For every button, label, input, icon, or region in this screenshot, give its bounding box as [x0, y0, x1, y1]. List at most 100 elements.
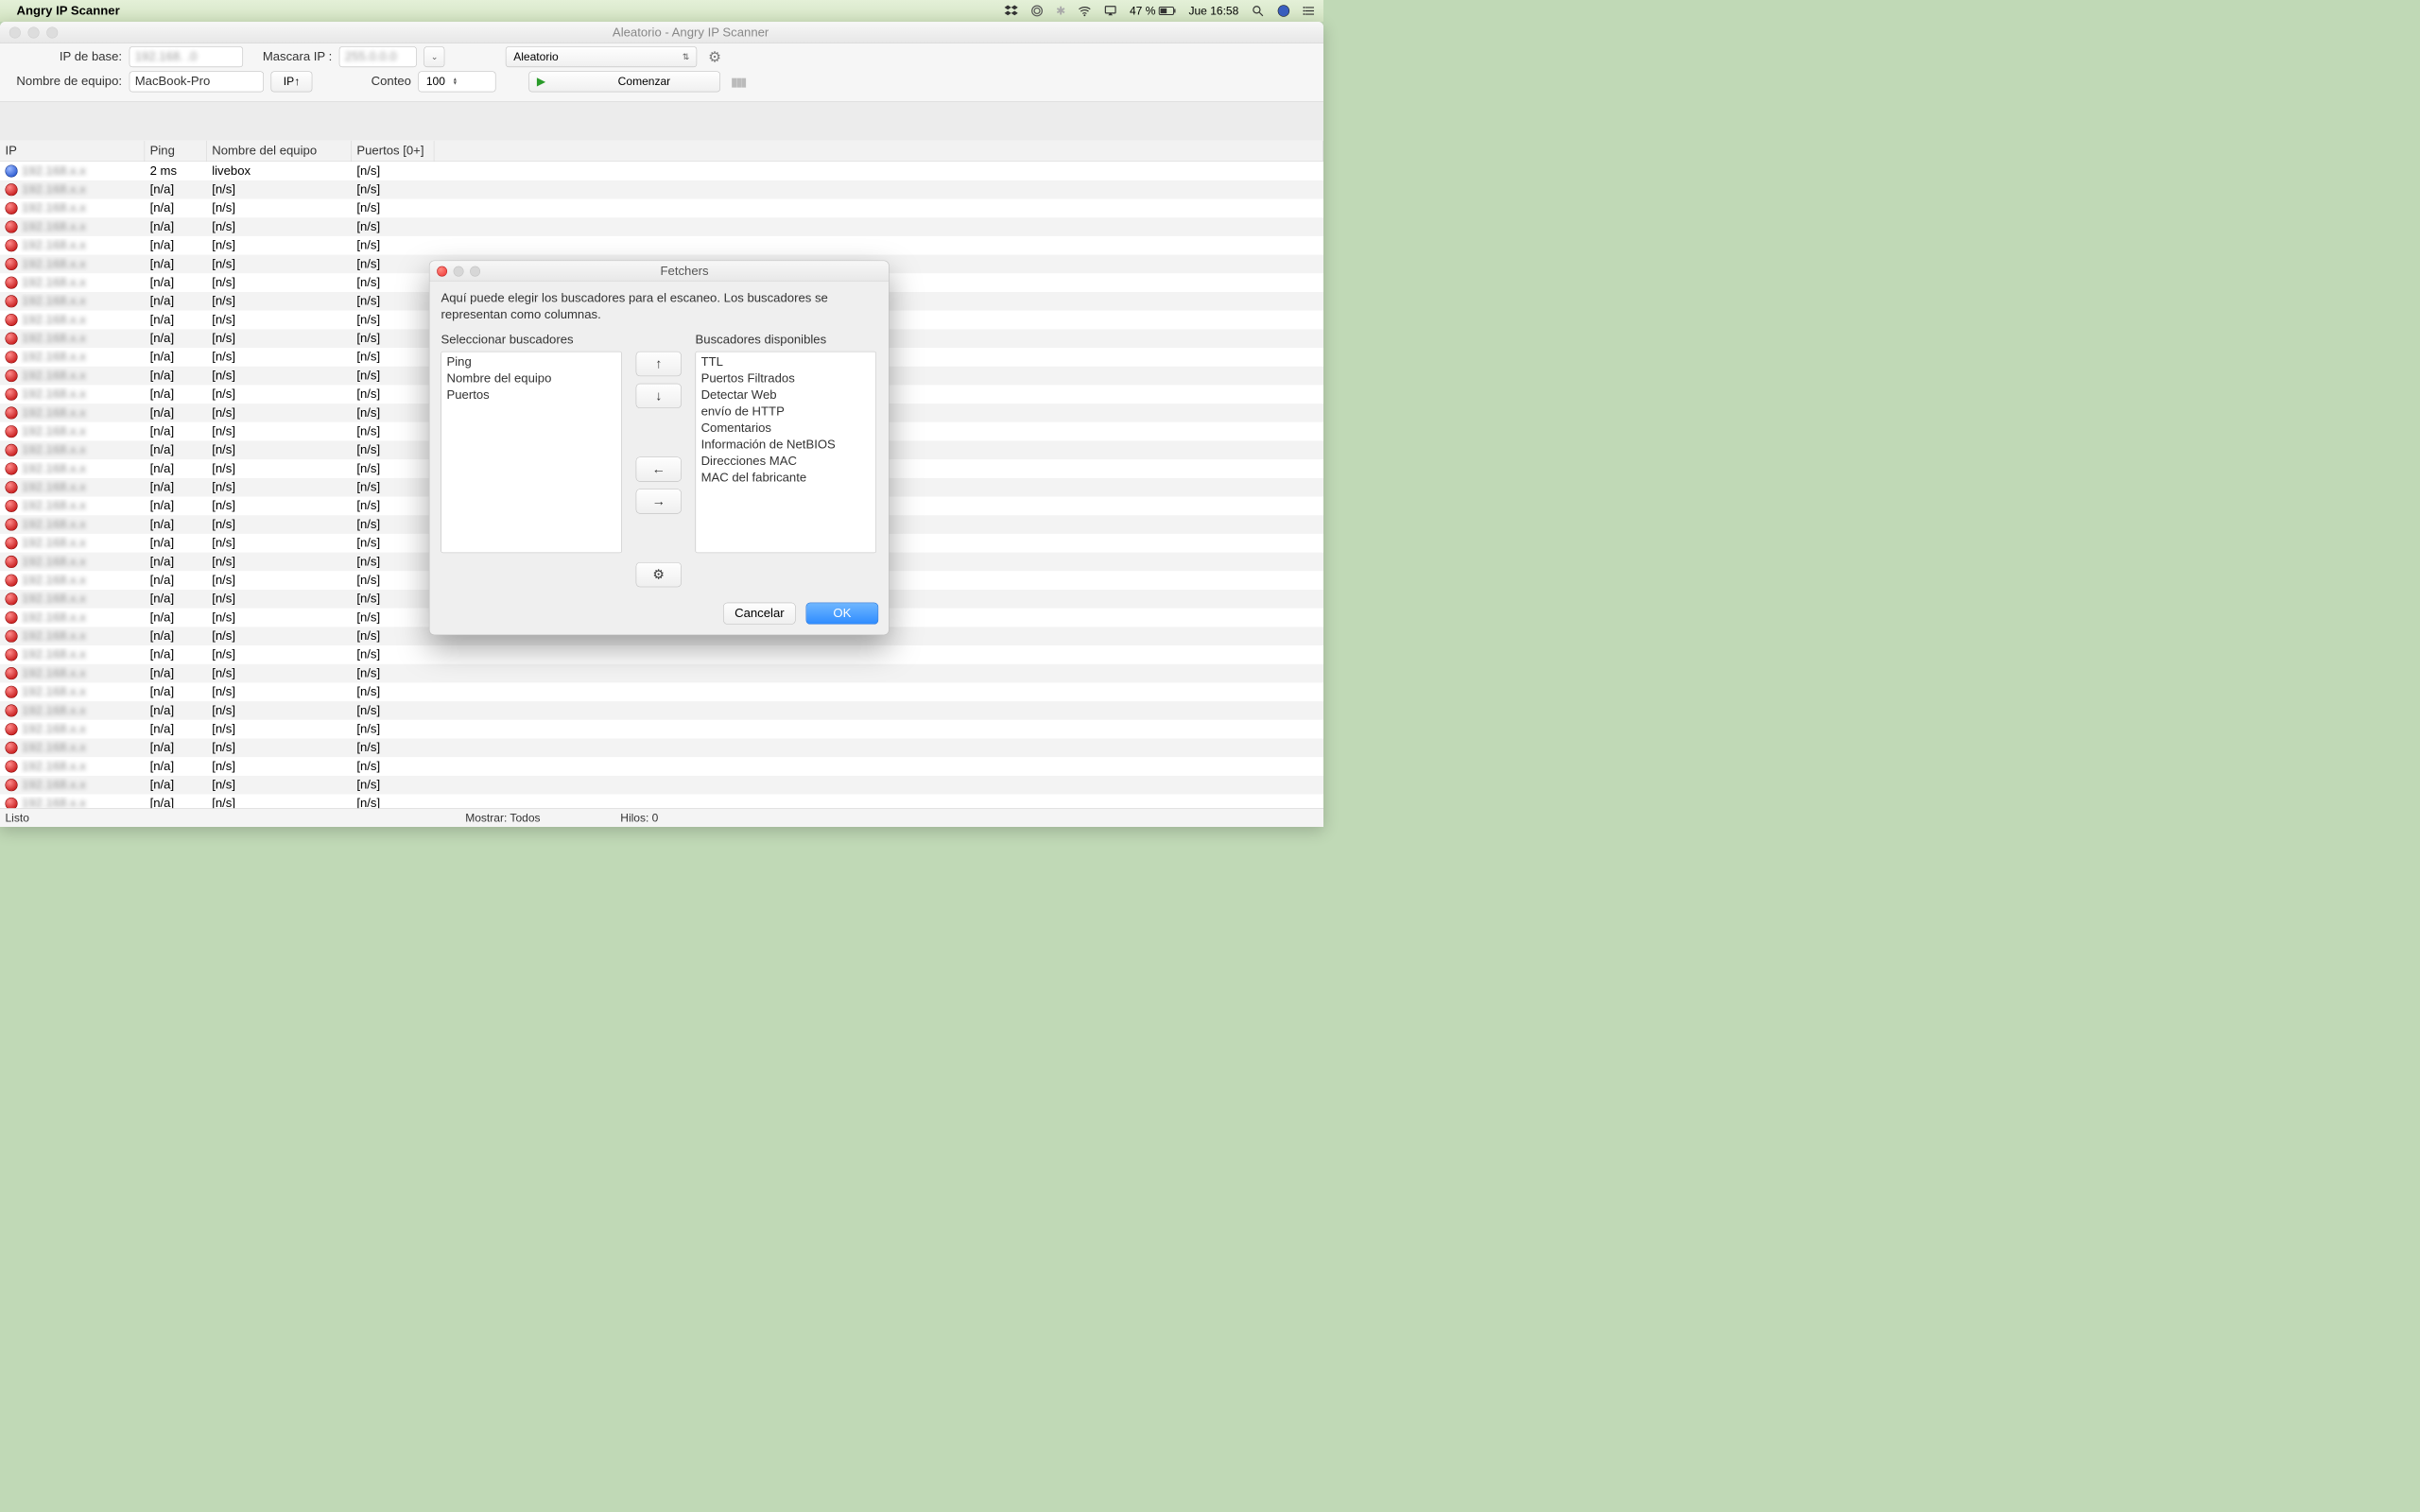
- col-host[interactable]: Nombre del equipo: [207, 141, 352, 162]
- mode-select[interactable]: Aleatorio ⇅: [506, 46, 697, 67]
- app-name[interactable]: Angry IP Scanner: [17, 4, 120, 18]
- traffic-lights[interactable]: [0, 26, 58, 38]
- dialog-title: Fetchers: [480, 264, 889, 278]
- ping-cell: [n/a]: [145, 703, 207, 717]
- fetcher-prefs-button[interactable]: ⚙: [636, 562, 682, 587]
- ip-cell: 192.168.x.x: [22, 741, 86, 755]
- list-item[interactable]: Detectar Web: [701, 387, 871, 404]
- siri-icon[interactable]: [1277, 4, 1290, 17]
- ok-button[interactable]: OK: [806, 603, 879, 625]
- cancel-button[interactable]: Cancelar: [723, 603, 796, 625]
- ip-cell: 192.168.x.x: [22, 332, 86, 346]
- status-dot-icon: [5, 519, 17, 531]
- table-row[interactable]: 192.168.x.x[n/a][n/s][n/s]: [0, 701, 1323, 720]
- table-row[interactable]: 192.168.x.x[n/a][n/s][n/s]: [0, 199, 1323, 218]
- table-row[interactable]: 192.168.x.x[n/a][n/s][n/s]: [0, 738, 1323, 757]
- list-item[interactable]: Comentarios: [701, 420, 871, 437]
- start-button[interactable]: ▶ Comenzar: [529, 71, 720, 92]
- gear-icon: ⚙: [708, 48, 721, 65]
- ports-cell: [n/s]: [352, 797, 435, 809]
- host-cell: [n/s]: [207, 499, 352, 513]
- ping-cell: [n/a]: [145, 573, 207, 587]
- ping-cell: [n/a]: [145, 350, 207, 364]
- mask-dropdown[interactable]: ⌄: [424, 46, 445, 67]
- move-up-button[interactable]: ↑: [636, 352, 682, 376]
- table-row[interactable]: 192.168.x.x[n/a][n/s][n/s]: [0, 217, 1323, 236]
- bluetooth-icon[interactable]: ✱: [1056, 4, 1065, 17]
- list-item[interactable]: Direcciones MAC: [701, 453, 871, 470]
- ports-cell: [n/s]: [352, 499, 435, 513]
- table-row[interactable]: 192.168.x.x[n/a][n/s][n/s]: [0, 664, 1323, 683]
- status-dot-icon: [5, 760, 17, 772]
- ports-cell: [n/s]: [352, 182, 435, 197]
- notification-center-icon[interactable]: [1303, 4, 1316, 17]
- host-cell: [n/s]: [207, 238, 352, 252]
- status-show: Mostrar: Todos: [465, 811, 620, 824]
- ip-cell: 192.168.x.x: [22, 257, 86, 271]
- count-input[interactable]: 100 ▲▼: [419, 71, 496, 92]
- mask-input[interactable]: 255.0.0.0: [339, 46, 417, 67]
- table-row[interactable]: 192.168.x.x[n/a][n/s][n/s]: [0, 645, 1323, 664]
- list-item[interactable]: Nombre del equipo: [447, 370, 616, 387]
- ping-cell: [n/a]: [145, 369, 207, 383]
- settings-button[interactable]: ⚙: [704, 46, 725, 67]
- ip-up-button[interactable]: IP↑: [271, 71, 313, 92]
- list-item[interactable]: Puertos: [447, 387, 616, 404]
- ping-cell: [n/a]: [145, 387, 207, 402]
- cc-icon[interactable]: [1030, 4, 1044, 17]
- dropbox-icon[interactable]: [1004, 4, 1017, 17]
- host-cell: [n/s]: [207, 443, 352, 457]
- ip-cell: 192.168.x.x: [22, 592, 86, 606]
- ipbase-input[interactable]: 192.168. .0: [130, 46, 243, 67]
- updown-icon: ⇅: [683, 52, 689, 62]
- available-fetchers-list[interactable]: TTLPuertos FiltradosDetectar Webenvío de…: [696, 352, 876, 553]
- list-item[interactable]: Ping: [447, 353, 616, 370]
- status-dot-icon: [5, 462, 17, 474]
- col-ports[interactable]: Puertos [0+]: [352, 141, 435, 162]
- close-icon[interactable]: [437, 266, 447, 276]
- columns-button[interactable]: ▮▮▮: [728, 71, 749, 92]
- table-row[interactable]: 192.168.x.x[n/a][n/s][n/s]: [0, 180, 1323, 199]
- remove-fetcher-button[interactable]: →: [636, 489, 682, 513]
- window-title: Aleatorio - Angry IP Scanner: [58, 26, 1323, 40]
- stepper-icon[interactable]: ▲▼: [453, 77, 458, 86]
- list-item[interactable]: Puertos Filtrados: [701, 370, 871, 387]
- table-row[interactable]: 192.168.x.x[n/a][n/s][n/s]: [0, 795, 1323, 809]
- move-down-button[interactable]: ↓: [636, 384, 682, 408]
- status-dot-icon: [5, 221, 17, 233]
- ip-cell: 192.168.x.x: [22, 517, 86, 531]
- col-ping[interactable]: Ping: [145, 141, 207, 162]
- table-row[interactable]: 192.168.x.x[n/a][n/s][n/s]: [0, 682, 1323, 701]
- list-item[interactable]: TTL: [701, 353, 871, 370]
- ip-cell: 192.168.x.x: [22, 629, 86, 644]
- table-row[interactable]: 192.168.x.x[n/a][n/s][n/s]: [0, 757, 1323, 776]
- table-row[interactable]: 192.168.x.x[n/a][n/s][n/s]: [0, 720, 1323, 739]
- list-item[interactable]: MAC del fabricante: [701, 470, 871, 487]
- col-ip[interactable]: IP: [0, 141, 145, 162]
- list-item[interactable]: Información de NetBIOS: [701, 437, 871, 454]
- ports-cell: [n/s]: [352, 350, 435, 364]
- hostname-input[interactable]: MacBook-Pro: [130, 71, 264, 92]
- status-dot-icon: [5, 611, 17, 624]
- spotlight-icon[interactable]: [1251, 4, 1264, 17]
- ip-cell: 192.168.x.x: [22, 182, 86, 197]
- table-row[interactable]: 192.168.x.x[n/a][n/s][n/s]: [0, 776, 1323, 795]
- table-row[interactable]: 192.168.x.x2 mslivebox[n/s]: [0, 162, 1323, 180]
- battery-status[interactable]: 47 %: [1130, 4, 1176, 17]
- status-dot-icon: [5, 500, 17, 512]
- dialog-traffic-lights[interactable]: [429, 266, 480, 276]
- selected-fetchers-list[interactable]: PingNombre del equipoPuertos: [441, 352, 621, 553]
- status-dot-icon: [5, 537, 17, 549]
- macos-menubar: Angry IP Scanner ✱ 47 % Jue 16:58: [0, 0, 1323, 22]
- list-item[interactable]: envío de HTTP: [701, 404, 871, 421]
- table-row[interactable]: 192.168.x.x[n/a][n/s][n/s]: [0, 236, 1323, 255]
- dialog-description: Aquí puede elegir los buscadores para el…: [441, 290, 877, 323]
- clock[interactable]: Jue 16:58: [1188, 4, 1238, 17]
- status-dot-icon: [5, 164, 17, 177]
- add-fetcher-button[interactable]: ←: [636, 456, 682, 481]
- ping-cell: [n/a]: [145, 610, 207, 625]
- ping-cell: [n/a]: [145, 424, 207, 438]
- wifi-icon[interactable]: [1078, 4, 1091, 17]
- airplay-icon[interactable]: [1104, 4, 1117, 17]
- ports-cell: [n/s]: [352, 592, 435, 606]
